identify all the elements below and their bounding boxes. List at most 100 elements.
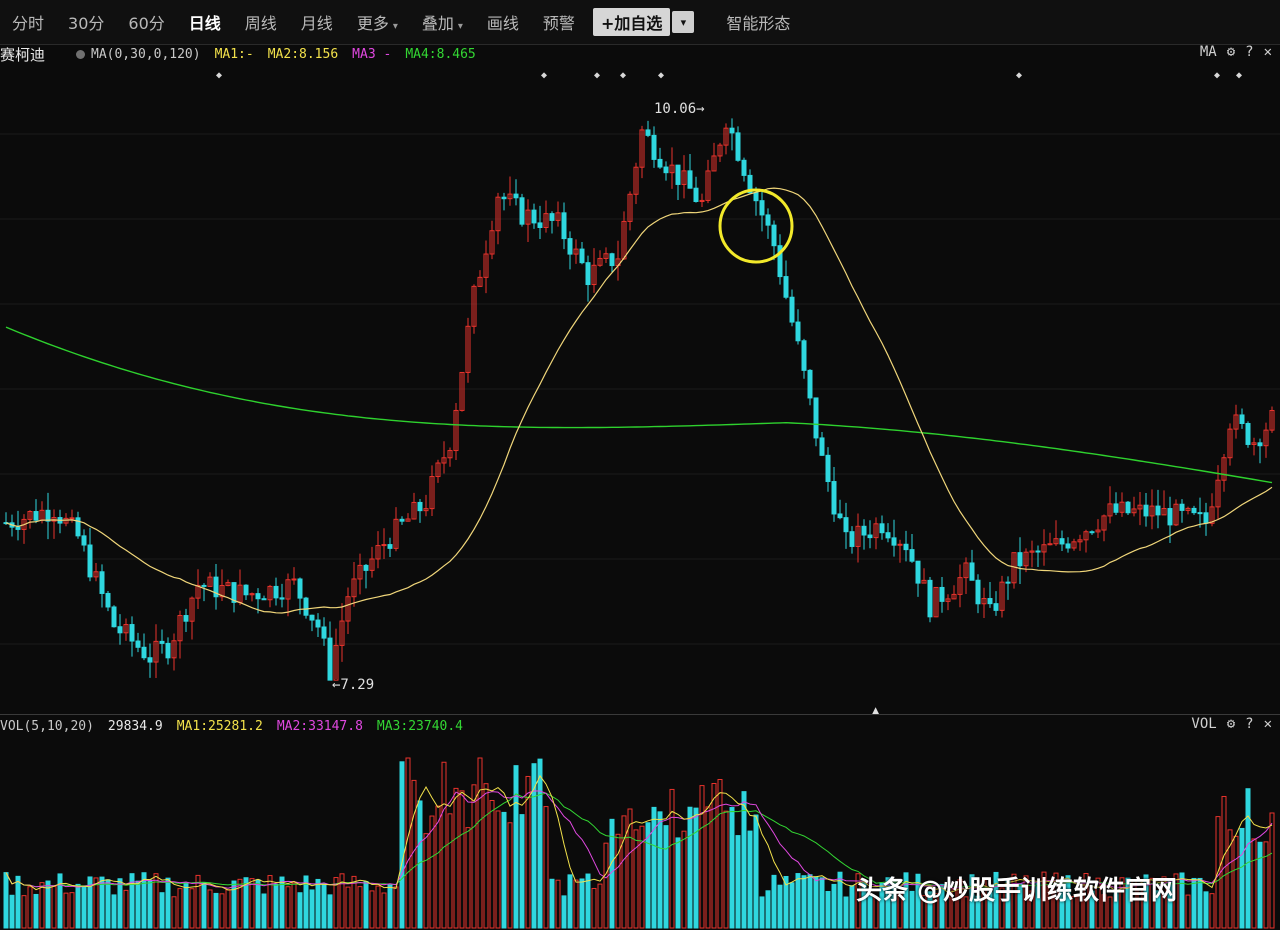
candle-body [867,534,873,539]
event-marker-icon: ◆ [620,70,626,81]
candle-body [255,593,261,600]
volume-bar [771,874,777,929]
period-tab-5[interactable]: 月线 [289,10,345,34]
candle-body [975,579,981,605]
volume-bar [1257,841,1263,929]
volume-bar [255,879,261,929]
volume-bar [453,787,459,929]
candle-body [765,214,771,226]
candle-body [111,606,117,628]
smart-pattern-button[interactable]: 智能形态 [714,10,802,34]
ma-legend: MA1:- MA2:8.156 MA3 - MA4:8.465 [215,47,490,62]
volume-bar [633,829,639,929]
candle-body [861,525,867,536]
volume-bar [591,887,597,929]
candle-body [1155,505,1161,516]
period-tab-6[interactable]: 更多 ▾ [345,10,410,34]
volume-bar [549,878,555,929]
candle-body [1005,581,1011,584]
close-icon[interactable]: ✕ [1264,716,1272,732]
candle-body [15,526,21,530]
volume-bar [123,889,129,929]
volume-bar [699,785,705,929]
gear-icon[interactable]: ⚙ [1227,716,1235,732]
gear-icon[interactable]: ⚙ [1227,44,1235,60]
panel-divider[interactable] [0,714,1280,715]
volume-bar [579,878,585,929]
add-watchlist-button[interactable]: +加自选 [592,8,671,36]
volume-bar [729,807,735,929]
vol-indicator-name[interactable]: VOL [1191,716,1216,732]
high-price-label: 10.06→ [654,101,705,117]
period-tab-7[interactable]: 叠加 ▾ [410,10,475,34]
help-icon[interactable]: ? [1245,716,1253,732]
volume-bar [285,886,291,929]
indicator-name[interactable]: MA [1200,44,1217,60]
candle-body [585,262,591,286]
volume-bar [603,842,609,929]
candle-body [261,598,267,601]
candle-body [399,518,405,522]
indicator-dot-icon[interactable] [76,49,85,59]
candle-body [159,640,165,644]
candlestick-chart[interactable]: 10.06→ ←7.29 ◆ ◆ ◆ ◆ ◆ ◆ ◆ ◆ ▲ [0,64,1280,714]
chevron-down-icon[interactable]: ▾ [672,11,695,33]
period-tab-2[interactable]: 60分 [116,10,176,34]
period-tab-3[interactable]: 日线 [177,10,233,34]
candle-body [1035,550,1041,553]
volume-bar [717,779,723,929]
close-icon[interactable]: ✕ [1264,44,1272,60]
candle-body [141,646,147,659]
volume-bar [297,892,303,929]
volume-bar [1209,893,1215,929]
candle-body [993,603,999,611]
help-icon[interactable]: ? [1245,44,1253,60]
volume-bar [93,877,99,929]
volume-bar [51,885,57,929]
candle-body [783,276,789,298]
volume-bar [1269,812,1275,929]
volume-bar [1227,829,1233,929]
event-marker-icon: ◆ [216,70,222,81]
event-marker-icon: ◆ [1214,70,1220,81]
volume-bar [585,873,591,929]
period-tab-4[interactable]: 周线 [233,10,289,34]
volume-bar [471,784,477,929]
candle-body [321,626,327,639]
period-tab-9[interactable]: 预警 [531,10,587,34]
vol-legend-item-1: MA2:33147.8 [276,718,363,734]
volume-bar [525,775,531,929]
candle-body [813,397,819,439]
candle-body [1059,538,1065,545]
period-toolbar: 分时 30分 60分 日线 周线 月线 更多 ▾ 叠加 ▾ 画线 预警 +加自选 ▾ 智能形态 [0,0,1280,45]
candle-body [537,222,543,229]
candle-body [201,584,207,587]
candle-body [657,158,663,168]
volume-bar [105,879,111,929]
volume-bar [687,806,693,929]
candle-body [1203,512,1209,524]
period-tab-1[interactable]: 30分 [56,10,116,34]
volume-bar [135,880,141,929]
volume-bar [1245,788,1251,929]
period-tab-8[interactable]: 画线 [475,10,531,34]
candle-body [303,597,309,616]
volume-bar [621,815,627,929]
volume-bar [807,874,813,929]
candle-body [897,543,903,546]
candle-body [165,642,171,659]
candle-body [651,134,657,160]
volume-bar [207,889,213,929]
volume-bar [597,883,603,929]
volume-bar [813,876,819,929]
volume-bar [387,884,393,929]
volume-bar [189,888,195,929]
candle-body [81,535,87,546]
volume-bar [747,830,753,929]
candle-body [789,296,795,323]
volume-bar [561,895,567,929]
period-tab-0[interactable]: 分时 [0,10,56,34]
volume-bar [1191,877,1197,929]
volume-bar [81,886,87,929]
volume-bar [1179,872,1185,929]
